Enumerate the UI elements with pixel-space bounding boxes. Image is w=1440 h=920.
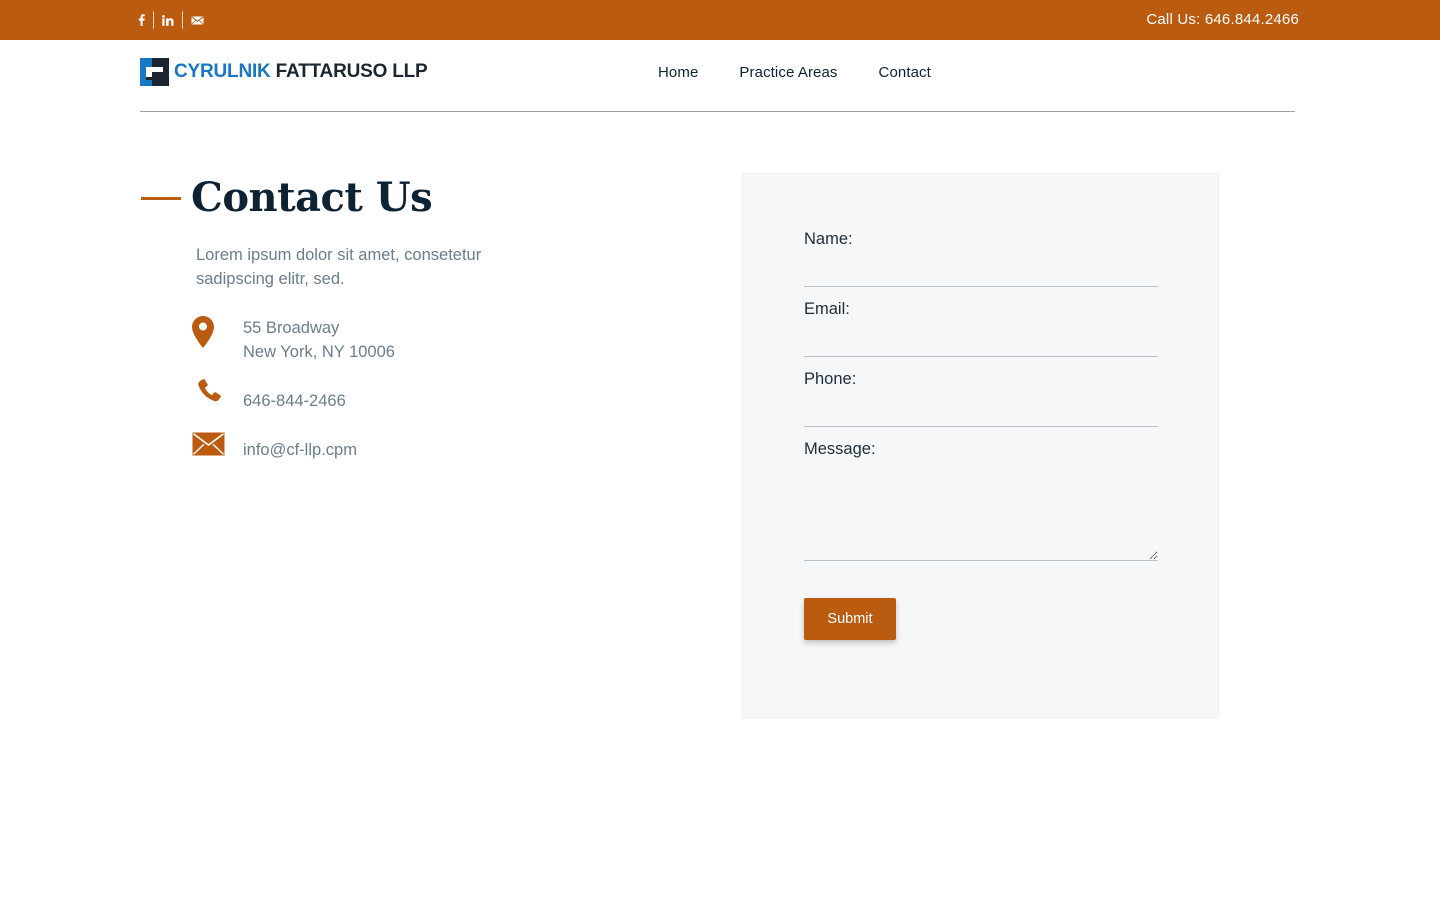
phone-field-group: Phone: xyxy=(804,370,1158,427)
message-field-group: Message: xyxy=(804,440,1158,561)
logo-text-part1: CYRULNIK xyxy=(174,61,271,82)
address-row: 55 Broadway New York, NY 10006 xyxy=(192,316,395,364)
email-text[interactable]: info@cf-llp.cpm xyxy=(243,432,357,462)
message-label: Message: xyxy=(804,440,876,458)
logo-text-part2: FATTARUSO LLP xyxy=(275,61,428,82)
call-us-text[interactable]: Call Us: 646.844.2466 xyxy=(1146,0,1299,40)
email-row: info@cf-llp.cpm xyxy=(192,432,357,462)
email-input[interactable] xyxy=(804,327,1158,357)
phone-icon xyxy=(192,377,243,413)
phone-label: Phone: xyxy=(804,370,857,388)
phone-row: 646-844-2466 xyxy=(192,377,346,413)
site-header: CYRULNIK FATTARUSO LLP Home Practice Are… xyxy=(140,40,1295,112)
facebook-icon-glyph xyxy=(138,14,145,26)
page-title: Contact Us xyxy=(191,174,433,221)
main-nav: Home Practice Areas Contact xyxy=(658,40,972,104)
submit-button[interactable]: Submit xyxy=(804,598,896,640)
logo-mark-icon xyxy=(140,58,169,86)
social-links xyxy=(138,0,212,40)
nav-home[interactable]: Home xyxy=(658,64,698,81)
address-line-2: New York, NY 10006 xyxy=(243,343,395,361)
name-input[interactable] xyxy=(804,257,1158,287)
name-field-group: Name: xyxy=(804,230,1158,287)
linkedin-icon-glyph xyxy=(162,14,174,26)
phone-input[interactable] xyxy=(804,397,1158,427)
location-pin-icon xyxy=(192,316,243,364)
phone-text[interactable]: 646-844-2466 xyxy=(243,377,346,413)
email-icon-glyph xyxy=(191,16,204,24)
message-textarea[interactable] xyxy=(804,467,1158,561)
email-label: Email: xyxy=(804,300,850,318)
contact-form-card: Name: Email: Phone: Message: Submit xyxy=(742,173,1219,718)
name-label: Name: xyxy=(804,230,853,248)
linkedin-icon[interactable] xyxy=(153,11,182,29)
email-field-group: Email: xyxy=(804,300,1158,357)
address-text: 55 Broadway New York, NY 10006 xyxy=(243,316,395,364)
title-accent-line xyxy=(141,197,181,200)
logo[interactable]: CYRULNIK FATTARUSO LLP xyxy=(140,58,428,86)
envelope-icon xyxy=(192,432,243,462)
facebook-icon[interactable] xyxy=(138,11,153,29)
intro-text: Lorem ipsum dolor sit amet, consetetur s… xyxy=(196,246,482,288)
address-line-1: 55 Broadway xyxy=(243,319,340,337)
email-icon[interactable] xyxy=(182,11,212,29)
top-bar: Call Us: 646.844.2466 xyxy=(0,0,1440,40)
logo-text: CYRULNIK FATTARUSO LLP xyxy=(174,61,428,83)
nav-contact[interactable]: Contact xyxy=(879,64,931,81)
nav-practice-areas[interactable]: Practice Areas xyxy=(739,64,837,81)
